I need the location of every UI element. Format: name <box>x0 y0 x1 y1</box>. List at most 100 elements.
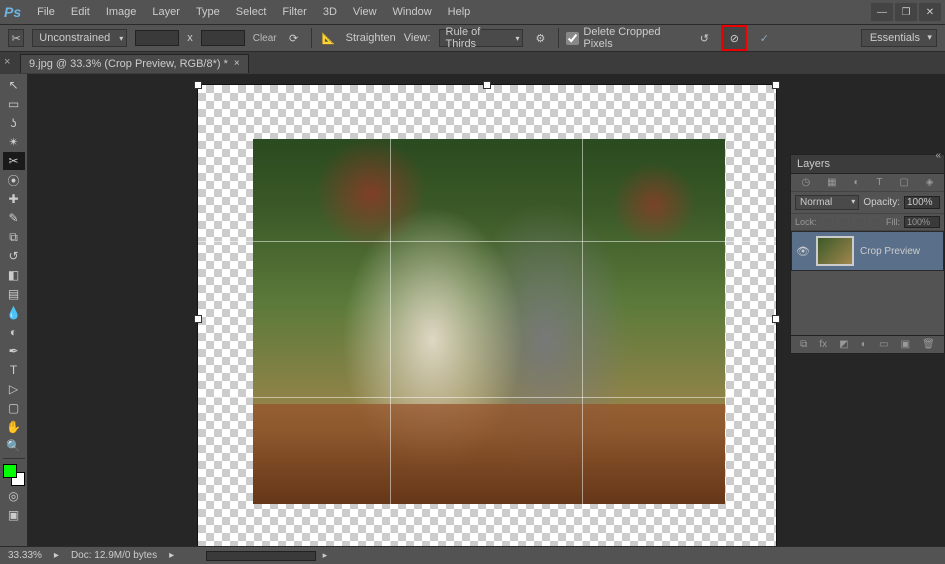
menu-edit[interactable]: Edit <box>63 0 98 24</box>
straighten-label[interactable]: Straighten <box>346 32 396 44</box>
document-tab[interactable]: 9.jpg @ 33.3% (Crop Preview, RGB/8*) * × <box>20 54 249 73</box>
eraser-tool[interactable]: ◧ <box>3 266 25 284</box>
move-tool[interactable]: ↖ <box>3 76 25 94</box>
workspace-dropdown[interactable]: Essentials <box>861 29 937 47</box>
pen-tool[interactable]: ✒ <box>3 342 25 360</box>
window-maximize-button[interactable]: ❐ <box>895 3 917 21</box>
marquee-tool[interactable]: ▭ <box>3 95 25 113</box>
zoom-level[interactable]: 33.33% <box>8 550 42 561</box>
horizontal-scrollbar[interactable] <box>206 551 316 561</box>
filter-type-icon[interactable]: T <box>876 177 882 188</box>
link-layers-icon[interactable]: ⧉ <box>800 339 807 350</box>
brush-tool[interactable]: ✎ <box>3 209 25 227</box>
doc-info[interactable]: Doc: 12.9M/0 bytes <box>71 550 157 561</box>
straighten-icon[interactable]: 📐 <box>320 28 338 48</box>
eyedropper-tool[interactable]: ⦿ <box>3 171 25 189</box>
crop-height-input[interactable] <box>201 30 245 46</box>
adjustment-layer-icon[interactable]: ◐ <box>861 339 867 350</box>
crop-tool[interactable]: ✂ <box>3 152 25 170</box>
crop-handle-r[interactable] <box>772 315 780 323</box>
commit-crop-icon[interactable]: ✓ <box>755 28 773 48</box>
tab-close-icon[interactable]: × <box>234 58 240 69</box>
dodge-tool[interactable]: ◐ <box>3 323 25 341</box>
fill-value[interactable]: 100% <box>904 216 940 228</box>
rotate-icon[interactable]: ⟳ <box>285 28 303 48</box>
delete-cropped-checkbox[interactable]: Delete Cropped Pixels <box>566 26 679 50</box>
reset-crop-icon[interactable]: ↺ <box>695 28 713 48</box>
layer-item[interactable]: 👁 Crop Preview <box>791 231 944 271</box>
type-tool[interactable]: T <box>3 361 25 379</box>
crop-handle-l[interactable] <box>194 315 202 323</box>
menu-3d[interactable]: 3D <box>315 0 345 24</box>
delete-layer-icon[interactable]: 🗑 <box>922 339 935 350</box>
delete-cropped-label: Delete Cropped Pixels <box>583 26 679 50</box>
filter-shape-icon[interactable]: ▢ <box>899 177 908 188</box>
layer-thumbnail[interactable] <box>816 236 854 266</box>
lock-transparency-icon[interactable] <box>821 216 833 228</box>
opacity-label: Opacity: <box>863 197 900 208</box>
window-close-button[interactable]: ✕ <box>919 3 941 21</box>
menu-file[interactable]: File <box>29 0 63 24</box>
cancel-crop-icon[interactable]: ⊘ <box>724 28 744 48</box>
toolbox-separator <box>3 458 25 459</box>
blur-tool[interactable]: 💧 <box>3 304 25 322</box>
quick-mask-tool[interactable]: ◎ <box>3 487 25 505</box>
layer-name[interactable]: Crop Preview <box>860 246 920 257</box>
filter-pixel-icon[interactable]: ▦ <box>827 177 836 188</box>
layer-mask-icon[interactable]: ◩ <box>839 339 848 350</box>
lock-all-icon[interactable] <box>869 216 881 228</box>
doc-info-arrow-icon[interactable]: ▸ <box>169 550 174 561</box>
new-layer-icon[interactable]: ▣ <box>901 339 910 350</box>
screen-mode-tool[interactable]: ▣ <box>3 506 25 524</box>
history-brush-tool[interactable]: ↺ <box>3 247 25 265</box>
clone-stamp-tool[interactable]: ⧉ <box>3 228 25 246</box>
menu-help[interactable]: Help <box>440 0 479 24</box>
crop-handle-tr[interactable] <box>772 81 780 89</box>
lock-pixels-icon[interactable] <box>837 216 849 228</box>
magic-wand-tool[interactable]: ✴ <box>3 133 25 151</box>
layer-group-icon[interactable]: ▭ <box>879 339 888 350</box>
menu-layer[interactable]: Layer <box>144 0 188 24</box>
filter-adjust-icon[interactable]: ◐ <box>853 177 859 188</box>
menu-view[interactable]: View <box>345 0 385 24</box>
gradient-tool[interactable]: ▤ <box>3 285 25 303</box>
healing-brush-tool[interactable]: ✚ <box>3 190 25 208</box>
gear-icon[interactable]: ⚙ <box>531 28 549 48</box>
layer-fx-icon[interactable]: fx <box>819 339 827 350</box>
crop-width-input[interactable] <box>135 30 179 46</box>
path-selection-tool[interactable]: ▷ <box>3 380 25 398</box>
hand-tool[interactable]: ✋ <box>3 418 25 436</box>
menu-image[interactable]: Image <box>98 0 145 24</box>
menu-select[interactable]: Select <box>228 0 275 24</box>
tool-preset-icon[interactable]: ✂ <box>8 29 24 47</box>
crop-handle-tl[interactable] <box>194 81 202 89</box>
clear-button[interactable]: Clear <box>253 33 277 44</box>
lock-position-icon[interactable] <box>853 216 865 228</box>
document-canvas[interactable] <box>197 84 777 554</box>
status-bar: 33.33% ▸ Doc: 12.9M/0 bytes ▸ <box>0 546 945 564</box>
filter-smart-icon[interactable]: ◈ <box>926 177 934 188</box>
lasso-tool[interactable]: ʖ <box>3 114 25 132</box>
rectangle-tool[interactable]: ▢ <box>3 399 25 417</box>
color-swatches[interactable] <box>3 464 25 486</box>
overlay-dropdown[interactable]: Rule of Thirds <box>439 29 524 47</box>
zoom-arrow-icon[interactable]: ▸ <box>54 550 59 561</box>
delete-cropped-input[interactable] <box>566 32 579 45</box>
tab-collapse-icon[interactable]: × <box>4 56 10 68</box>
zoom-tool[interactable]: 🔍 <box>3 437 25 455</box>
blend-mode-label: Normal <box>800 197 832 208</box>
foreground-swatch[interactable] <box>3 464 17 478</box>
aspect-ratio-dropdown[interactable]: Unconstrained <box>32 29 127 47</box>
filter-kind-icon[interactable]: ◷ <box>801 177 810 188</box>
menu-type[interactable]: Type <box>188 0 228 24</box>
blend-mode-dropdown[interactable]: Normal <box>795 195 859 210</box>
aspect-ratio-label: Unconstrained <box>39 32 110 44</box>
menu-filter[interactable]: Filter <box>274 0 314 24</box>
layer-visibility-icon[interactable]: 👁 <box>796 245 810 258</box>
crop-handle-t[interactable] <box>483 81 491 89</box>
opacity-value[interactable]: 100% <box>904 196 940 209</box>
menu-window[interactable]: Window <box>385 0 440 24</box>
panel-collapse-icon[interactable]: « <box>935 150 941 161</box>
layers-panel-title[interactable]: Layers <box>791 155 944 174</box>
window-minimize-button[interactable]: — <box>871 3 893 21</box>
